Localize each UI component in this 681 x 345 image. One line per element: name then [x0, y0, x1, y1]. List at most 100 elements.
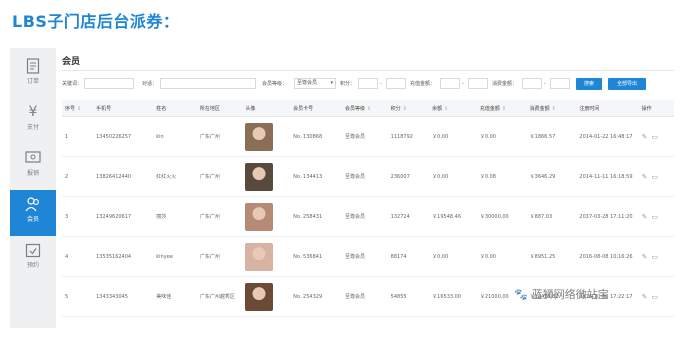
detail-icon[interactable]: ▭ [652, 253, 659, 261]
sort-icon[interactable]: ⇕ [403, 106, 407, 112]
filter-bar: 关键词： 对话： 会员等级： 至尊会员 ▾ 积分： - 充值金额： - 消费金额：… [62, 77, 674, 91]
avatar[interactable] [245, 162, 274, 191]
sidebar-item-label: 预约 [26, 262, 39, 269]
cell-name: 美味佳 [153, 276, 197, 317]
column-header: 所在地区 [196, 100, 243, 117]
cell-phone: 13249620617 [93, 196, 154, 237]
paw-icon: 🐾 [514, 288, 528, 301]
staff-input[interactable] [160, 78, 256, 89]
cell-time: 2014-01-22 16:48:17 [576, 116, 639, 157]
consume-max-input[interactable] [550, 78, 570, 89]
cell-region: 广东广州 [196, 116, 243, 157]
reimburse-icon [25, 150, 41, 166]
table-row: 4 13535162404 kinyee 广东广州 No. 536841 至尊会员 8817… [62, 236, 674, 277]
sort-icon[interactable]: ⇕ [502, 106, 506, 112]
cell-name: 红红火火 [153, 156, 197, 197]
level-select[interactable]: 至尊会员 ▾ [294, 78, 336, 89]
cell-recharge: ￥0.00 [476, 116, 527, 157]
sort-icon[interactable]: ⇕ [367, 106, 371, 112]
operations-cell: ✎ ▭ [638, 276, 674, 317]
column-header[interactable]: 消费金额 ⇕ [526, 100, 577, 117]
cell-balance: ￥0.00 [429, 116, 477, 157]
avatar[interactable] [245, 122, 274, 151]
page-title: 会员 [62, 57, 81, 67]
cell-card: No. 130868 [290, 116, 343, 157]
points-min-input[interactable] [358, 78, 378, 89]
range-separator: - [544, 81, 546, 87]
cell-consume: ￥3646.29 [526, 156, 577, 197]
sidebar-item-reimburse[interactable]: 报销 [10, 144, 56, 190]
cell-name: kin [153, 116, 197, 157]
cell-level: 至尊会员 [342, 236, 388, 277]
cell-name: 丽莎 [153, 196, 197, 237]
cell-recharge: ￥0.00 [476, 236, 527, 277]
recharge-max-input[interactable] [468, 78, 488, 89]
table-row: 2 13826412440 红红火火 广东广州 No. 134413 至尊会员 236007… [62, 156, 674, 197]
edit-icon[interactable]: ✎ [642, 173, 648, 181]
edit-icon[interactable]: ✎ [642, 253, 648, 261]
cell-recharge: ￥0.08 [476, 156, 527, 197]
table-row: 3 13249620617 丽莎 广东广州 No. 258431 至尊会员 132724 ￥1… [62, 196, 674, 237]
cell-consume: ￥1866.57 [526, 116, 577, 157]
cell-balance: ￥0.00 [429, 156, 477, 197]
avatar[interactable] [245, 282, 274, 311]
cell-points: 236007 [387, 156, 430, 197]
detail-icon[interactable]: ▭ [652, 133, 659, 141]
cell-region: 广东广州 [196, 156, 243, 197]
sidebar: 订单 ¥ 支付 报销 会员 预约 [10, 48, 56, 328]
column-header[interactable]: 积分 ⇕ [387, 100, 430, 117]
sidebar-item-orders[interactable]: 订单 [10, 52, 56, 98]
cell-card: No. 254329 [290, 276, 343, 317]
sort-icon[interactable]: ⇕ [444, 106, 448, 112]
avatar[interactable] [245, 242, 274, 271]
level-label: 会员等级： [262, 81, 288, 87]
cell-region: 广东广州 [196, 236, 243, 277]
cell-time: 2017-03-28 17:11:20 [576, 196, 639, 237]
cell-balance: ￥19548.46 [429, 196, 477, 237]
column-header[interactable]: 余额 ⇕ [429, 100, 477, 117]
keyword-input[interactable] [84, 78, 134, 89]
yen-icon: ¥ [28, 104, 38, 120]
consume-min-input[interactable] [522, 78, 542, 89]
search-button[interactable]: 搜索 [576, 78, 602, 90]
range-separator: - [380, 81, 382, 87]
detail-icon[interactable]: ▭ [652, 173, 659, 181]
edit-icon[interactable]: ✎ [642, 293, 648, 301]
cell-phone: 13535162404 [93, 236, 154, 277]
points-max-input[interactable] [386, 78, 406, 89]
detail-icon[interactable]: ▭ [652, 293, 659, 301]
cell-no: 5 [62, 276, 94, 317]
column-header[interactable]: 会员等级 ⇕ [342, 100, 388, 117]
detail-icon[interactable]: ▭ [652, 213, 659, 221]
column-header[interactable]: 充值金额 ⇕ [476, 100, 527, 117]
cell-balance: ￥0.00 [429, 236, 477, 277]
cell-points: 1118792 [387, 116, 430, 157]
cell-points: 54855 [387, 276, 430, 317]
cell-consume: ￥8951.25 [526, 236, 577, 277]
cell-consume: ￥887.03 [526, 196, 577, 237]
column-header[interactable]: 序号 ⇕ [62, 100, 94, 117]
cell-card: No. 258431 [290, 196, 343, 237]
column-header: 会员卡号 [290, 100, 343, 117]
sort-icon[interactable]: ⇕ [77, 106, 81, 112]
table-row: 1 13450226257 kin 广东广州 No. 130868 至尊会员 1118792… [62, 116, 674, 157]
page-heading: LBS子门店后台派券： [12, 12, 180, 31]
sidebar-item-label: 报销 [26, 170, 39, 177]
edit-icon[interactable]: ✎ [642, 213, 648, 221]
avatar-cell [242, 276, 291, 317]
cell-no: 4 [62, 236, 94, 277]
edit-icon[interactable]: ✎ [642, 133, 648, 141]
cell-balance: ￥16533.00 [429, 276, 477, 317]
sidebar-item-booking[interactable]: 预约 [10, 236, 56, 282]
avatar[interactable] [245, 202, 274, 231]
operations-cell: ✎ ▭ [638, 156, 674, 197]
range-separator: - [462, 81, 464, 87]
sort-icon[interactable]: ⇕ [552, 106, 556, 112]
cell-phone: 13826412440 [93, 156, 154, 197]
recharge-min-input[interactable] [440, 78, 460, 89]
export-all-button[interactable]: 全部导出 [608, 78, 646, 90]
sidebar-item-members[interactable]: 会员 [10, 190, 56, 236]
avatar-cell [242, 156, 291, 197]
operations-cell: ✎ ▭ [638, 236, 674, 277]
sidebar-item-payment[interactable]: ¥ 支付 [10, 98, 56, 144]
